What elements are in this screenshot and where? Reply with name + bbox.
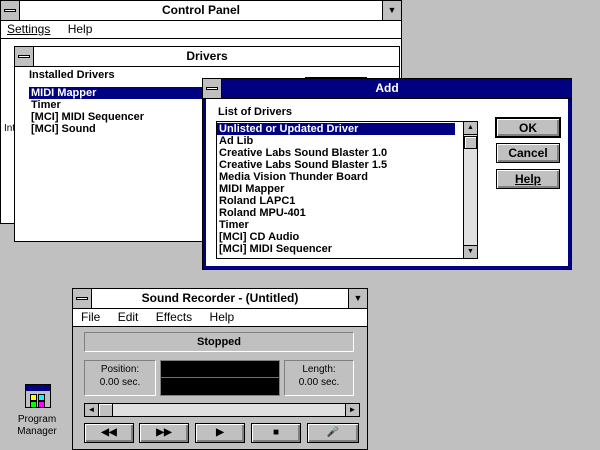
drivers-listbox[interactable]: Unlisted or Updated Driver Ad Lib Creati… <box>216 121 478 259</box>
installed-drivers-label: Installed Drivers <box>29 69 115 81</box>
ok-button[interactable]: OK <box>495 117 561 138</box>
minimize-icon[interactable]: ▼ <box>382 1 401 20</box>
driver-item[interactable]: Media Vision Thunder Board <box>217 171 477 183</box>
add-dialog: Add List of Drivers Unlisted or Updated … <box>202 78 572 270</box>
add-system-menu-icon[interactable] <box>203 79 222 98</box>
installed-driver-item[interactable]: [MCI] Sound <box>29 123 219 135</box>
help-button[interactable]: Help <box>496 169 560 189</box>
rewind-button[interactable]: ◀◀ <box>84 423 134 443</box>
scroll-up-icon[interactable]: ▲ <box>464 122 477 135</box>
driver-item[interactable]: [MCI] MIDI Sequencer <box>217 243 477 255</box>
control-panel-menubar: Settings Help <box>1 21 401 39</box>
control-panel-system-menu-icon[interactable] <box>1 1 20 20</box>
stop-button[interactable]: ■ <box>251 423 301 443</box>
menu-effects[interactable]: Effects <box>154 310 194 324</box>
list-of-drivers-label: List of Drivers <box>218 106 292 118</box>
position-label: Position: <box>100 364 140 375</box>
driver-item[interactable]: Creative Labs Sound Blaster 1.5 <box>217 159 477 171</box>
add-dialog-body: List of Drivers Unlisted or Updated Driv… <box>206 99 568 266</box>
scroll-down-icon[interactable]: ▼ <box>464 245 477 258</box>
waveform-display <box>160 360 280 396</box>
installed-drivers-list[interactable]: MIDI Mapper Timer [MCI] MIDI Sequencer [… <box>29 87 219 227</box>
sound-recorder-window: Sound Recorder - (Untitled) ▼ File Edit … <box>72 288 368 450</box>
installed-driver-item[interactable]: Timer <box>29 99 219 111</box>
drivers-scrollbar[interactable]: ▲ ▼ <box>463 122 477 258</box>
program-manager-icon <box>22 384 52 410</box>
scroll-left-icon[interactable]: ◄ <box>85 404 99 416</box>
record-button[interactable]: 🎤 <box>307 423 359 443</box>
menu-edit[interactable]: Edit <box>116 310 141 324</box>
drivers-system-menu-icon[interactable] <box>15 47 34 66</box>
installed-driver-item[interactable]: MIDI Mapper <box>29 87 205 99</box>
waveform-line <box>161 377 279 378</box>
control-panel-titlebar[interactable]: Control Panel ▼ <box>1 1 401 21</box>
sound-recorder-menubar: File Edit Effects Help <box>73 309 367 327</box>
fast-forward-button[interactable]: ▶▶ <box>139 423 189 443</box>
driver-item[interactable]: Unlisted or Updated Driver <box>217 123 455 135</box>
scroll-thumb[interactable] <box>464 136 477 149</box>
position-value: 0.00 sec. <box>99 377 141 388</box>
scroll-right-icon[interactable]: ► <box>345 404 359 416</box>
status-text: Stopped <box>197 336 241 348</box>
driver-item[interactable]: Roland MPU-401 <box>217 207 477 219</box>
length-label: Length: <box>302 364 336 375</box>
drivers-titlebar[interactable]: Drivers <box>15 47 399 67</box>
position-panel: Position: 0.00 sec. <box>84 360 156 396</box>
driver-item[interactable]: MIDI Mapper <box>217 183 477 195</box>
sound-recorder-title: Sound Recorder - (Untitled) <box>141 291 299 305</box>
menu-file[interactable]: File <box>79 310 102 324</box>
program-manager-desktop-icon[interactable]: Program Manager <box>8 384 66 444</box>
play-button[interactable]: ▶ <box>195 423 245 443</box>
menu-help[interactable]: Help <box>66 22 95 36</box>
sound-recorder-titlebar[interactable]: Sound Recorder - (Untitled) ▼ <box>73 289 367 309</box>
cancel-button[interactable]: Cancel <box>496 143 560 163</box>
drivers-title: Drivers <box>186 49 228 63</box>
length-value: 0.00 sec. <box>298 377 340 388</box>
add-title: Add <box>375 81 399 95</box>
minimize-icon[interactable]: ▼ <box>348 289 367 308</box>
scroll-thumb[interactable] <box>99 404 113 416</box>
program-manager-label: Program Manager <box>17 414 57 437</box>
length-panel: Length: 0.00 sec. <box>284 360 354 396</box>
driver-item[interactable]: [MCI] CD Audio <box>217 231 477 243</box>
driver-item[interactable]: Creative Labs Sound Blaster 1.0 <box>217 147 477 159</box>
menu-help[interactable]: Help <box>208 310 237 324</box>
control-panel-title: Control Panel <box>161 3 240 17</box>
position-scrollbar[interactable]: ◄ ► <box>84 403 360 417</box>
sound-recorder-system-menu-icon[interactable] <box>73 289 92 308</box>
installed-driver-item[interactable]: [MCI] MIDI Sequencer <box>29 111 219 123</box>
driver-item[interactable]: Timer <box>217 219 477 231</box>
status-panel: Stopped <box>84 332 354 352</box>
add-titlebar[interactable]: Add <box>203 79 571 99</box>
menu-settings[interactable]: Settings <box>5 22 52 36</box>
driver-item[interactable]: Ad Lib <box>217 135 477 147</box>
driver-item[interactable]: Roland LAPC1 <box>217 195 477 207</box>
